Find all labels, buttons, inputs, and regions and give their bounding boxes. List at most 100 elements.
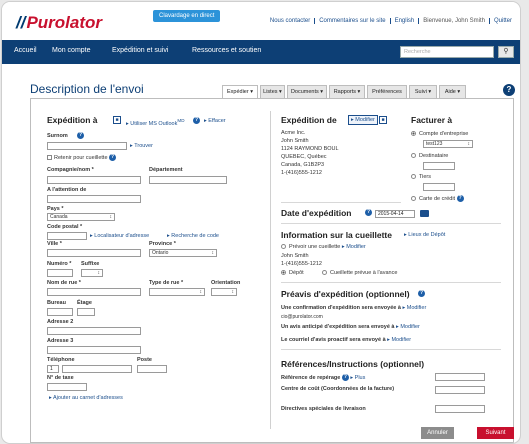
tel-country-input[interactable]: 1	[47, 365, 59, 373]
tab-suivi[interactable]: Suivi ▾	[409, 85, 437, 99]
orientation-select[interactable]	[211, 288, 237, 296]
search-icon: ⚲	[503, 48, 509, 55]
adr2-input[interactable]	[47, 327, 141, 335]
ship-from-modify-button[interactable]: ▸ Modifier	[348, 115, 378, 125]
pickup-modify-link[interactable]: ▸ Modifier	[342, 244, 366, 250]
bill-option-recipient[interactable]: Destinataire	[411, 153, 448, 159]
bill-option-credit-card[interactable]: Carte de crédit ?	[411, 195, 464, 202]
centre-input[interactable]	[435, 386, 485, 394]
nav-item-shipping[interactable]: Expédition et suivi	[112, 47, 168, 54]
shipment-form: Expédition à ■ ▸ Utiliser MS OutlookMD ?…	[30, 98, 514, 443]
modify-label: Modifier	[406, 305, 427, 311]
type-rue-text: Type de rue	[149, 280, 180, 286]
live-chat-button[interactable]: Clavardage en direct	[153, 10, 221, 22]
tab-documents[interactable]: Documents ▾	[287, 85, 327, 99]
credit-card-help-icon[interactable]: ?	[456, 195, 464, 202]
cancel-button[interactable]: Annuler	[421, 427, 454, 439]
ship-date-input[interactable]: 2015-04-14	[375, 210, 415, 218]
province-select[interactable]: Ontario	[149, 249, 217, 257]
account-select[interactable]: test123	[423, 140, 473, 148]
suffixe-select[interactable]	[81, 269, 103, 277]
calendar-icon[interactable]	[420, 210, 429, 217]
nav-item-account[interactable]: Mon compte	[52, 47, 91, 54]
depot-radio[interactable]: Dépôt	[281, 270, 304, 276]
retenir-help-icon[interactable]: ?	[109, 154, 117, 161]
tab-aide[interactable]: Aide ▾	[439, 85, 466, 99]
english-link[interactable]: English	[389, 18, 419, 24]
dir-input[interactable]	[435, 405, 485, 413]
third-party-account-input[interactable]	[423, 183, 455, 191]
bill-option-label: Compte d'entreprise	[419, 131, 469, 137]
ref-help-icon[interactable]: ?	[341, 374, 349, 381]
taxe-input[interactable]	[47, 383, 87, 391]
tab-preferences[interactable]: Préférences	[367, 85, 407, 99]
tel-input[interactable]	[62, 365, 132, 373]
address-book-icon[interactable]: ■	[113, 116, 121, 124]
numero-input[interactable]	[47, 269, 73, 277]
tab-expedier[interactable]: Expédier ▾	[222, 85, 258, 99]
carnet-link[interactable]: ▸ Ajouter au carnet d'adresses	[49, 395, 123, 401]
company-input[interactable]	[47, 176, 141, 184]
rech-link[interactable]: ▸ Recherche de code	[167, 233, 219, 239]
loc-link[interactable]: ▸ Localisateur d'adresse	[90, 233, 149, 239]
plus-link[interactable]: ▸ Plus	[350, 375, 365, 381]
modify-label: Modifier	[400, 324, 420, 330]
contact-link[interactable]: Nous contacter	[266, 18, 314, 24]
notice-line2: Un avis anticipé d'expédition sera envoy…	[281, 324, 420, 330]
notice-help-icon[interactable]: ?	[418, 290, 425, 297]
radio-button	[281, 244, 286, 250]
bill-option-company[interactable]: Compte d'entreprise	[411, 131, 468, 137]
tel-label: Téléphone	[47, 357, 75, 363]
rue-input[interactable]	[47, 288, 141, 296]
nav-item-home[interactable]: Accueil	[14, 47, 37, 54]
help-icon[interactable]: ?	[503, 84, 515, 96]
etage-input[interactable]	[77, 308, 95, 316]
search-button[interactable]: ⚲	[498, 46, 514, 58]
attention-input[interactable]	[47, 195, 141, 203]
pays-select[interactable]: Canada	[47, 213, 115, 221]
notice-modify-link-3[interactable]: ▸ Modifier	[387, 337, 411, 343]
next-button[interactable]: Suivant	[477, 427, 514, 439]
outlook-help-icon[interactable]: ?	[193, 117, 200, 124]
poste-input[interactable]	[137, 365, 167, 373]
lieux-depot-link[interactable]: ▸ Lieux de Dépôt	[404, 232, 445, 238]
suffixe-label: Suffixe	[81, 261, 100, 267]
tab-listes[interactable]: Listes ▾	[260, 85, 285, 99]
bureau-input[interactable]	[47, 308, 73, 316]
logout-link[interactable]: Quitter	[488, 18, 516, 24]
ship-from-book-icon[interactable]: ■	[379, 116, 387, 124]
surnom-help-icon[interactable]: ?	[77, 132, 84, 139]
tab-rapports[interactable]: Rapports ▾	[329, 85, 365, 99]
feedback-link[interactable]: Commentaires sur le site	[314, 18, 389, 24]
notice-modify-link-2[interactable]: ▸ Modifier	[396, 324, 420, 330]
trouver-link[interactable]: ▸ Trouver	[130, 143, 153, 149]
notice-line1: Une confirmation d'expédition sera envoy…	[281, 305, 426, 311]
notice-modify-link-1[interactable]: ▸ Modifier	[402, 305, 426, 311]
surnom-input[interactable]	[47, 142, 127, 150]
outlook-link[interactable]: ▸ Utiliser MS OutlookMD	[126, 118, 185, 127]
dept-input[interactable]	[149, 176, 227, 184]
code-input[interactable]	[47, 232, 87, 240]
prevoir-radio[interactable]: Prévoir une cueillette ▸ Modifier	[281, 244, 366, 250]
ville-label: Ville *	[47, 241, 62, 247]
prevue-radio[interactable]: Cueillette prévue à l'avance	[322, 270, 397, 276]
pickup-name: John Smith	[281, 253, 309, 259]
poste-label: Poste	[137, 357, 152, 363]
ship-from-line: 1-(416)555-1212	[281, 170, 322, 176]
bill-option-label: Carte de crédit	[419, 195, 456, 202]
purolator-logo[interactable]: //Purolator	[16, 13, 102, 33]
clear-label: Effacer	[208, 118, 226, 124]
adr3-input[interactable]	[47, 346, 141, 354]
type-rue-select[interactable]	[149, 288, 205, 296]
ville-input[interactable]	[47, 249, 141, 257]
pays-label: Pays *	[47, 206, 64, 212]
ship-date-help-icon[interactable]: ?	[365, 209, 372, 216]
bill-option-third-party[interactable]: Tiers	[411, 174, 431, 180]
recipient-account-input[interactable]	[423, 162, 455, 170]
retenir-checkbox[interactable]: Retenir pour cueillette ?	[47, 154, 117, 161]
clear-link[interactable]: ▸ Effacer	[204, 118, 226, 124]
tab-label: Documents	[290, 89, 319, 95]
ref-input[interactable]	[435, 373, 485, 381]
nav-item-resources[interactable]: Ressources et soutien	[192, 47, 261, 54]
search-input[interactable]: Recherche	[400, 46, 494, 58]
